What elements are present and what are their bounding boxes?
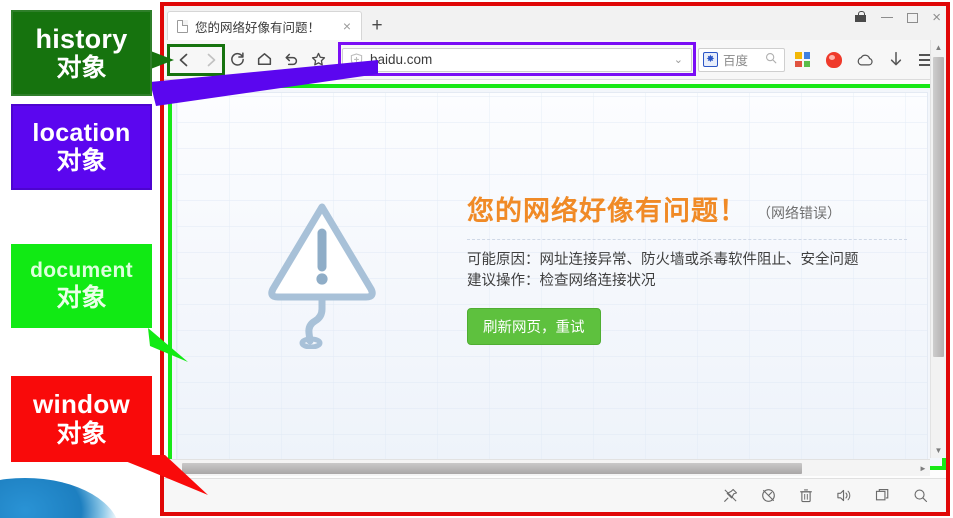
annotation-location-cn: 对象 (56, 147, 107, 175)
window-icon[interactable] (874, 488, 890, 504)
trash-icon[interactable] (798, 488, 814, 504)
annotation-window-en: window (32, 389, 131, 420)
annotation-location-en: location (32, 118, 131, 147)
search-engine-label: 百度 (722, 54, 748, 68)
cloud-icon[interactable] (855, 50, 874, 69)
annotation-history-en: history (35, 23, 128, 54)
window-controls: × (854, 10, 941, 25)
speed-dial-icon[interactable] (760, 488, 776, 504)
error-title-row: 您的网络好像有问题！ （网络错误） (467, 189, 919, 228)
error-code: （网络错误） (757, 205, 841, 221)
annotation-location: location 对象 (11, 104, 152, 190)
retry-button[interactable]: 刷新网页，重试 (467, 308, 601, 346)
screen: history 对象 location 对象 document 对象 windo… (0, 0, 953, 518)
paw-icon: ✸ (702, 52, 718, 67)
horizontal-scroll-thumb[interactable] (182, 462, 802, 474)
warning-triangle-icon (263, 189, 381, 350)
pin-arrow-icon[interactable] (722, 488, 738, 504)
divider (467, 239, 907, 240)
close-icon[interactable]: × (932, 10, 941, 25)
apps-grid-icon[interactable] (793, 50, 812, 69)
warning-icon-column (177, 93, 467, 461)
annotation-history-cn: 对象 (56, 54, 107, 83)
status-bar (164, 478, 946, 512)
error-page: 您的网络好像有问题！ （网络错误） 可能原因：网址连接异常、防火墙或杀毒软件阻止… (176, 92, 928, 462)
toolbar-icon-group (793, 50, 940, 69)
scroll-right-arrow[interactable]: ► (916, 464, 930, 473)
page-icon (177, 19, 188, 33)
url-text[interactable]: baidu.com (370, 52, 667, 67)
title-bar: 您的网络好像有问题！ × + × (164, 6, 946, 40)
vertical-scroll-thumb[interactable] (933, 57, 944, 357)
browser-tab[interactable]: 您的网络好像有问题！ × (167, 11, 362, 40)
search-icon[interactable] (912, 488, 928, 504)
sound-icon[interactable] (836, 488, 852, 504)
error-text-column: 您的网络好像有问题！ （网络错误） 可能原因：网址连接异常、防火墙或杀毒软件阻止… (467, 93, 927, 461)
tab-title: 您的网络好像有问题！ (195, 20, 321, 35)
location-pointer-arrow (150, 60, 378, 106)
desktop-wallpaper-swoosh (0, 478, 120, 518)
annotation-document: document 对象 (11, 244, 152, 328)
search-box[interactable]: ✸ 百度 (697, 47, 785, 72)
maximize-icon[interactable] (907, 12, 919, 23)
horizontal-scrollbar[interactable]: ◄ ► (168, 459, 930, 476)
error-reason-line: 可能原因：网址连接异常、防火墙或杀毒软件阻止、安全问题 (467, 252, 859, 268)
search-icon[interactable] (765, 52, 777, 67)
annotation-window: window 对象 (11, 376, 152, 462)
new-tab-button[interactable]: + (362, 11, 392, 40)
horizontal-scroll-track[interactable] (182, 462, 916, 475)
error-advice-line: 建议操作：检查网络连接状况 (467, 273, 656, 290)
minimize-icon[interactable] (881, 16, 894, 19)
tab-close-icon[interactable]: × (341, 19, 353, 33)
annotation-document-en: document (30, 259, 133, 283)
chevron-down-icon[interactable]: ⌄ (674, 53, 685, 66)
error-title: 您的网络好像有问题！ (467, 196, 747, 226)
document-pointer-arrow (148, 328, 188, 362)
address-bar-wrap: baidu.com ⌄ (338, 41, 696, 76)
annotation-history: history 对象 (11, 10, 152, 96)
skin-icon[interactable] (854, 11, 867, 24)
vertical-scroll-track[interactable] (931, 55, 946, 443)
annotation-window-cn: 对象 (56, 419, 107, 448)
vertical-scrollbar[interactable]: ▲ ▼ (930, 40, 946, 458)
tab-strip: 您的网络好像有问题！ × + (164, 6, 392, 40)
scroll-down-arrow[interactable]: ▼ (931, 443, 946, 458)
download-icon[interactable] (886, 50, 905, 69)
security-shield-icon[interactable] (824, 50, 843, 69)
window-pointer-arrow (110, 455, 208, 495)
annotation-document-cn: 对象 (56, 284, 107, 313)
scroll-up-arrow[interactable]: ▲ (931, 40, 946, 55)
address-bar[interactable]: baidu.com ⌄ (342, 47, 692, 72)
